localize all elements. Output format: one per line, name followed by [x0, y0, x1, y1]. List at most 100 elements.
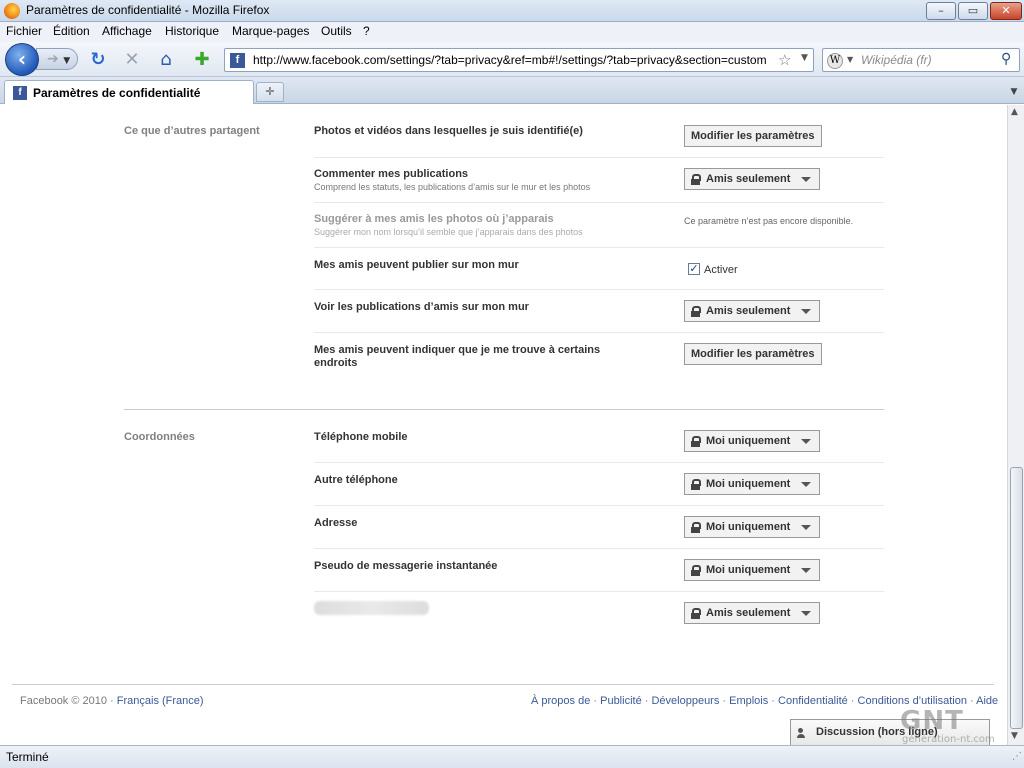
- add-bookmark-icon[interactable]: ✚: [192, 50, 212, 70]
- resize-grip-icon[interactable]: ⋰: [1012, 751, 1022, 762]
- tab-list-dropdown-icon[interactable]: ▼: [1006, 82, 1022, 102]
- footer-link-developers[interactable]: Développeurs: [651, 695, 719, 707]
- tab-strip: f Paramètres de confidentialité ✛ ▼: [0, 77, 1024, 104]
- row-separator: [314, 157, 884, 158]
- unavailable-note: Ce paramètre n’est pas encore disponible…: [684, 216, 854, 226]
- tab-privacy-settings[interactable]: f Paramètres de confidentialité: [4, 80, 254, 104]
- minimize-button[interactable]: –: [926, 2, 956, 20]
- row-title-comment-posts: Commenter mes publications: [314, 168, 469, 180]
- privacy-dropdown-mobile-phone[interactable]: Moi uniquement: [684, 430, 820, 452]
- redacted-email: [314, 601, 429, 615]
- dropdown-value: Moi uniquement: [706, 435, 791, 447]
- separator: ·: [719, 695, 730, 707]
- language-link[interactable]: Français (France): [117, 695, 204, 707]
- search-icon[interactable]: ⚲: [1001, 51, 1011, 67]
- menu-help[interactable]: ?: [363, 24, 370, 38]
- separator: ·: [966, 695, 977, 707]
- row-separator: [314, 332, 884, 333]
- row-subtitle-suggest-photos: Suggérer mon nom lorsqu’il semble que j’…: [314, 227, 583, 237]
- window-title: Paramètres de confidentialité - Mozilla …: [26, 3, 270, 17]
- row-title-mobile-phone: Téléphone mobile: [314, 431, 408, 443]
- watermark: GNT génération-nt.com: [900, 706, 995, 745]
- lock-icon: [691, 479, 701, 490]
- dropdown-value: Amis seulement: [706, 607, 791, 619]
- home-icon[interactable]: ⌂: [156, 50, 176, 70]
- history-dropdown-icon[interactable]: ▼: [63, 56, 70, 66]
- footer-copyright: Facebook © 2010 · Français (France): [20, 695, 204, 707]
- edit-settings-button-places[interactable]: Modifier les paramètres: [684, 343, 822, 365]
- footer-link-jobs[interactable]: Emplois: [729, 695, 768, 707]
- search-placeholder[interactable]: Wikipédia (fr): [861, 53, 932, 67]
- privacy-dropdown-comment-posts[interactable]: Amis seulement: [684, 168, 820, 190]
- stop-icon[interactable]: ✕: [122, 50, 142, 70]
- enable-wall-posts-checkbox[interactable]: ✓: [688, 263, 700, 275]
- footer-link-about[interactable]: À propos de: [531, 695, 590, 707]
- separator: ·: [590, 695, 601, 707]
- back-icon: ‹: [17, 47, 27, 71]
- menu-fichier[interactable]: Fichier: [6, 24, 42, 38]
- privacy-dropdown-email[interactable]: Amis seulement: [684, 602, 820, 624]
- privacy-dropdown-address[interactable]: Moi uniquement: [684, 516, 820, 538]
- row-title-im-screen-name: Pseudo de messagerie instantanée: [314, 560, 498, 572]
- privacy-dropdown-im-screen-name[interactable]: Moi uniquement: [684, 559, 820, 581]
- lock-icon: [691, 174, 701, 185]
- scroll-down-arrow-icon[interactable]: ▼: [1011, 731, 1018, 741]
- footer-link-advertising[interactable]: Publicité: [600, 695, 642, 707]
- menu-historique[interactable]: Historique: [165, 24, 219, 38]
- privacy-dropdown-view-friend-posts[interactable]: Amis seulement: [684, 300, 820, 322]
- status-text: Terminé: [6, 750, 49, 764]
- privacy-dropdown-other-phone[interactable]: Moi uniquement: [684, 473, 820, 495]
- menu-edition[interactable]: Édition: [53, 24, 90, 38]
- new-tab-button[interactable]: ✛: [256, 82, 284, 102]
- watermark-logo: GNT: [900, 706, 964, 736]
- dropdown-value: Moi uniquement: [706, 478, 791, 490]
- dropdown-value: Moi uniquement: [706, 564, 791, 576]
- dropdown-value: Amis seulement: [706, 173, 791, 185]
- forward-icon: ➔: [47, 51, 59, 67]
- separator: ·: [641, 695, 652, 707]
- chevron-down-icon: [801, 568, 811, 573]
- scroll-up-arrow-icon[interactable]: ▲: [1011, 107, 1018, 117]
- close-button[interactable]: ✕: [990, 2, 1022, 20]
- url-bar[interactable]: f http://www.facebook.com/settings/?tab=…: [224, 48, 814, 72]
- vertical-scrollbar[interactable]: ▲ ▼: [1007, 105, 1024, 745]
- menu-outils[interactable]: Outils: [321, 24, 352, 38]
- reload-icon[interactable]: ↻: [88, 50, 108, 70]
- window-title-bar: Paramètres de confidentialité - Mozilla …: [0, 0, 1024, 22]
- chevron-down-icon: [801, 482, 811, 487]
- dropdown-value: Amis seulement: [706, 305, 791, 317]
- chevron-down-icon: [801, 309, 811, 314]
- lock-icon: [691, 436, 701, 447]
- section-label-contact: Coordonnées: [124, 431, 195, 443]
- row-title-suggest-photos: Suggérer à mes amis les photos où j’appa…: [314, 213, 554, 225]
- copyright-text: Facebook © 2010 ·: [20, 695, 117, 707]
- chevron-down-icon: [801, 439, 811, 444]
- row-separator: [314, 289, 884, 290]
- menu-bar: Fichier Édition Affichage Historique Mar…: [0, 22, 1024, 42]
- forward-button[interactable]: ➔ ▼: [36, 48, 78, 70]
- footer-divider: [12, 684, 994, 685]
- row-title-photos-tagged: Photos et vidéos dans lesquelles je suis…: [314, 125, 583, 137]
- wikipedia-icon[interactable]: W: [827, 53, 843, 69]
- row-title-address: Adresse: [314, 517, 358, 529]
- scrollbar-thumb[interactable]: [1010, 467, 1023, 729]
- enable-label[interactable]: Activer: [704, 264, 738, 276]
- edit-settings-button-photos[interactable]: Modifier les paramètres: [684, 125, 822, 147]
- menu-affichage[interactable]: Affichage: [102, 24, 152, 38]
- lock-icon: [691, 306, 701, 317]
- footer-link-privacy[interactable]: Confidentialité: [778, 695, 848, 707]
- footer-link-help[interactable]: Aide: [976, 695, 998, 707]
- bookmark-star-icon[interactable]: ☆: [778, 51, 791, 69]
- search-engine-dropdown-icon[interactable]: ▼: [847, 55, 853, 64]
- search-bar[interactable]: W ▼ Wikipédia (fr) ⚲: [822, 48, 1020, 72]
- dropdown-value: Moi uniquement: [706, 521, 791, 533]
- status-bar: Terminé ⋰: [0, 745, 1024, 768]
- back-button[interactable]: ‹: [5, 43, 39, 76]
- row-title-view-friend-posts: Voir les publications d’amis sur mon mur: [314, 301, 529, 313]
- url-text[interactable]: http://www.facebook.com/settings/?tab=pr…: [253, 53, 773, 67]
- menu-marque-pages[interactable]: Marque-pages: [232, 24, 309, 38]
- navigation-toolbar: ➔ ▼ ‹ ↻ ✕ ⌂ ✚ f http://www.facebook.com/…: [0, 42, 1024, 77]
- maximize-button[interactable]: ▭: [958, 2, 988, 20]
- chat-person-icon: [797, 728, 805, 738]
- url-dropdown-icon[interactable]: ▼: [801, 53, 808, 63]
